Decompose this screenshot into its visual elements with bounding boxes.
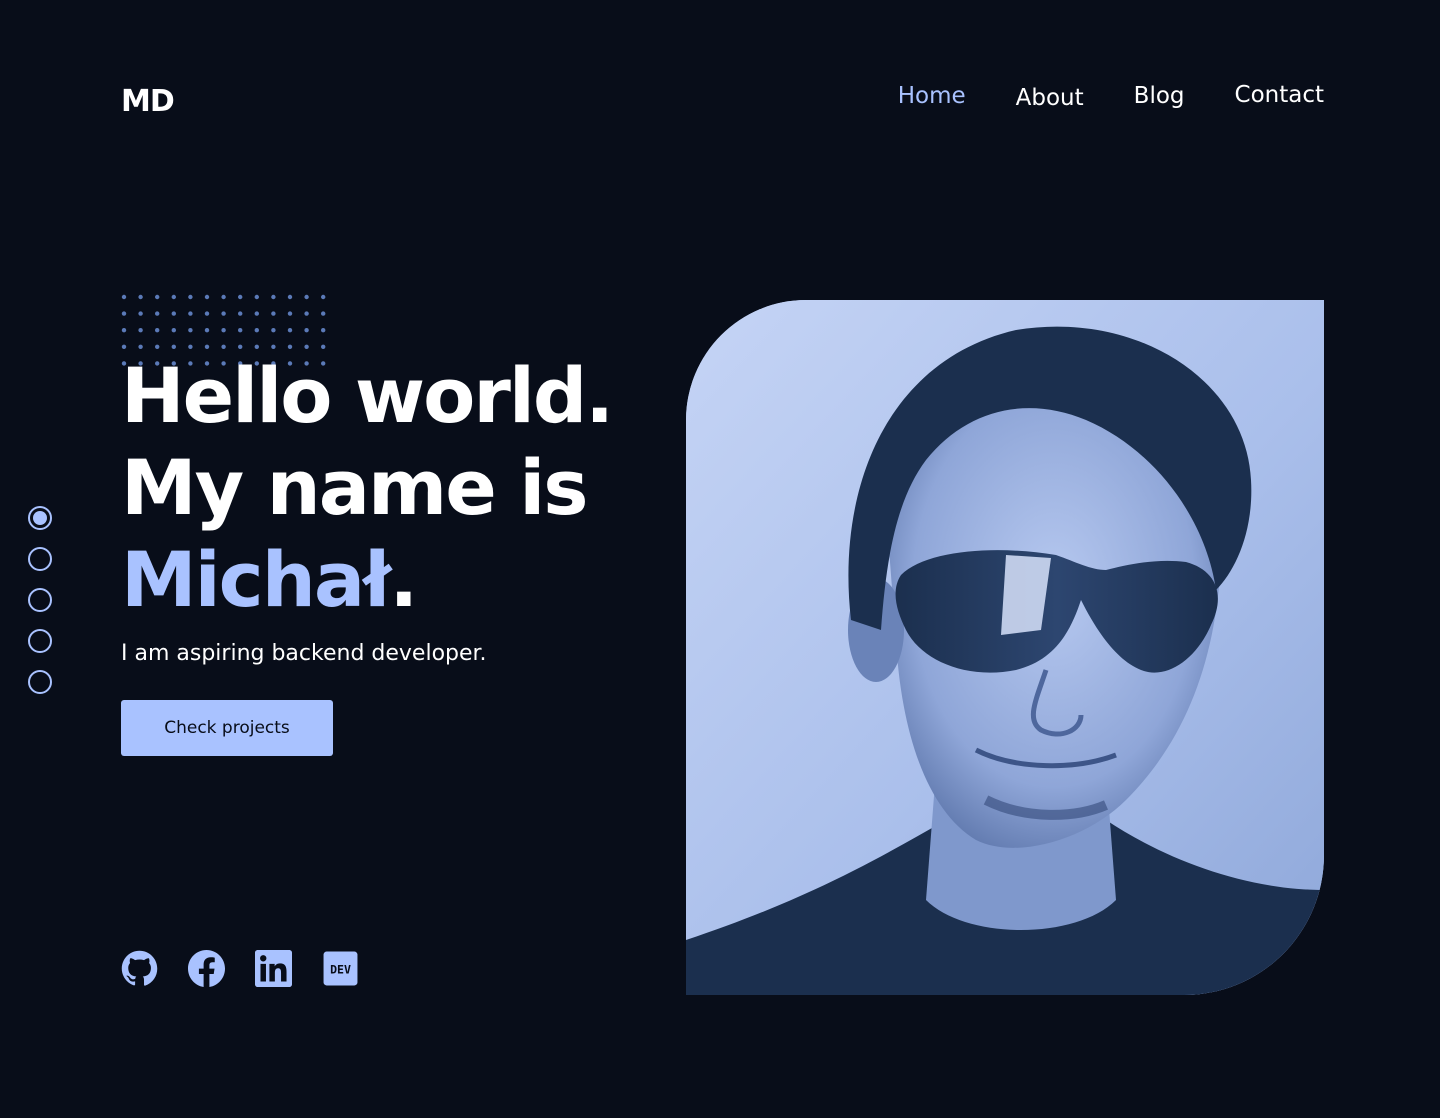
decoration-dot [238,344,243,349]
decoration-dot [204,311,210,316]
decoration-dot [271,311,276,316]
section-dot-2[interactable] [28,547,52,571]
decoration-dot [155,311,160,316]
decoration-dot [254,311,259,316]
decoration-dot [304,294,309,300]
decoration-dot [287,344,293,349]
decoration-dot [121,294,127,300]
decoration-dot [121,328,127,333]
nav-about-link[interactable]: About [1016,82,1084,114]
decoration-dot [221,294,226,300]
nav-home-link[interactable]: Home [898,80,966,114]
decoration-dot [287,311,293,316]
decoration-dot [238,328,243,333]
decoration-dot [138,294,143,300]
decoration-dot [204,344,210,349]
profile-photo [686,300,1324,995]
social-links: DEV [121,950,359,987]
decoration-dot [271,344,276,349]
logo[interactable]: MD [121,84,175,120]
section-dot-5[interactable] [28,670,52,694]
decoration-dot [271,328,276,333]
decoration-dot [254,328,259,333]
decoration-dot [221,328,226,333]
decoration-dot [138,328,143,333]
hero-name: Michał [121,535,391,624]
headline-line-3: Michał. [121,534,612,626]
decoration-dot [155,328,160,333]
section-dot-3[interactable] [28,588,52,612]
github-icon[interactable] [121,950,158,987]
section-dot-4[interactable] [28,629,52,653]
page: MD Home About Blog Contact Hello world. … [0,0,1440,1118]
facebook-icon[interactable] [188,950,225,987]
decoration-dot [321,344,326,349]
dev-icon[interactable]: DEV [322,950,359,987]
decoration-dot [138,344,143,349]
decoration-dot [138,311,143,316]
headline-line-1: Hello world. [121,351,614,440]
headline-line-2: My name is [121,443,589,532]
linkedin-icon[interactable] [255,950,292,987]
decoration-dot [188,294,193,300]
decoration-dot [171,328,176,333]
section-dot-1[interactable] [28,506,52,530]
decoration-dot [188,328,193,333]
decoration-dot [238,311,243,316]
decoration-dot [121,344,127,349]
decoration-dot [221,311,226,316]
decoration-dot [271,294,276,300]
nav-blog-link[interactable]: Blog [1134,80,1185,114]
decoration-dot [254,294,259,300]
decoration-dot [155,344,160,349]
decoration-dot [171,344,176,349]
decoration-dot [321,328,326,333]
decoration-dot [254,344,259,349]
section-navigation [28,506,52,694]
decoration-dot [204,294,210,300]
hero-subtitle: I am aspiring backend developer. [121,641,487,666]
nav-contact-link[interactable]: Contact [1235,79,1324,114]
decoration-dot [321,294,326,300]
decoration-dot [304,311,309,316]
main-nav: Home About Blog Contact [898,80,1324,114]
decoration-dot [204,328,210,333]
decoration-dot [321,311,326,316]
check-projects-button[interactable]: Check projects [121,700,333,756]
decoration-dot [188,311,193,316]
decoration-dot [171,294,176,300]
decoration-dot [171,311,176,316]
decoration-dot [287,328,293,333]
decoration-dot [238,294,243,300]
decoration-dot [121,311,127,316]
decoration-dot [155,294,160,300]
decoration-dot [221,344,226,349]
hero-headline: Hello world. My name is Michał. [121,350,614,626]
decoration-dot [304,344,309,349]
decoration-dot [287,294,293,300]
dev-icon-label: DEV [330,962,351,976]
decoration-dot [304,328,309,333]
decoration-dot [188,344,193,349]
hero-name-period: . [389,535,418,624]
